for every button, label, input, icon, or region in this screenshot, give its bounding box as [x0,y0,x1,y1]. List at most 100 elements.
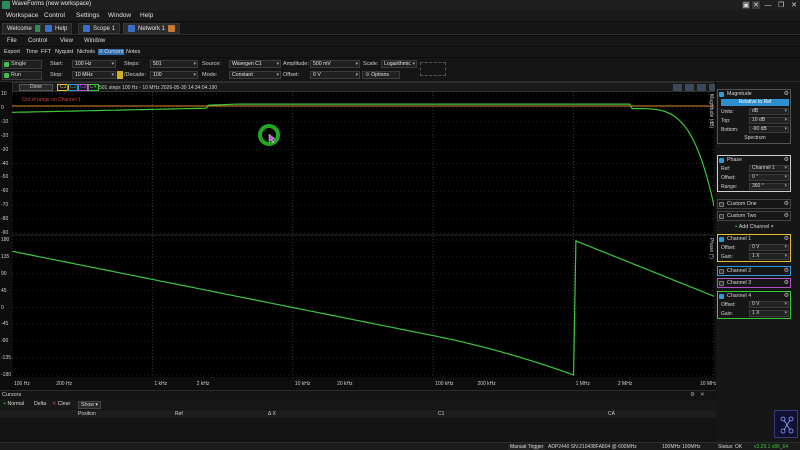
magnitude-tick-label: -20 [1,132,9,139]
stop-input[interactable]: 10 MHz ▾ [72,71,116,79]
close-button[interactable]: ✕ [788,0,800,10]
bottom-value: -90 dB [752,126,767,132]
zoom-icon[interactable] [673,84,682,91]
clear-button[interactable]: ✕ Clear [52,401,70,407]
clear-icon: ✕ [52,401,57,407]
start-input[interactable]: 100 Hz ▾ [72,60,116,68]
window-title: WaveForms (new workspace) [12,1,92,7]
checkbox-icon[interactable] [719,280,724,286]
submenu-control[interactable]: Control [28,38,47,44]
menu-help[interactable]: Help [140,12,153,19]
delta-button[interactable]: Delta [34,401,46,407]
menu-nichols[interactable]: Nichols [77,49,95,55]
gear-icon[interactable]: ⚙ [784,212,789,220]
channel4-gain-label: Gain: [721,311,733,317]
add-channel-button[interactable]: + Add Channel ▾ [717,223,791,231]
units-select[interactable]: dB ▾ [749,108,789,115]
bottom-input[interactable]: -90 dB ▾ [749,126,789,133]
channel3-header[interactable]: Channel 3 ⚙ [718,279,790,287]
run-button[interactable]: Run [2,71,42,80]
scale-select[interactable]: Logarithmic ▾ [381,60,417,68]
minimize-button[interactable]: — [762,0,774,10]
channel1-gain-input[interactable]: 1 X ▾ [749,253,789,260]
gear-icon[interactable]: ⚙ [784,279,789,287]
phase-header[interactable]: Phase ⚙ [718,156,790,164]
menu-control[interactable]: Control [44,12,65,19]
menu-time[interactable]: Time [26,49,38,55]
chevron-down-icon: ▾ [355,61,358,67]
frequency-tick-label: 10 MHz [700,381,718,387]
steps-input[interactable]: 501 ▾ [150,60,198,68]
mode-select[interactable]: Constant ▾ [229,71,281,79]
tab-scope-1[interactable]: Scope 1 [78,23,121,34]
phase-offset-input[interactable]: 0 ° ▾ [749,174,789,181]
amplitude-input[interactable]: 500 mV ▾ [310,60,360,68]
spectrum-toggle[interactable]: Spectrum [718,135,792,141]
show-button[interactable]: Show ▾ [78,401,102,409]
grid-icon[interactable] [685,84,694,91]
custom-two-header[interactable]: Custom Two ⚙ [718,212,790,220]
frequency-tick-label: 10 kHz [294,381,311,387]
channel4-gain-input[interactable]: 1 X ▾ [749,310,789,317]
checkbox-icon[interactable] [719,268,724,274]
custom-one-header[interactable]: Custom One ⚙ [718,200,790,208]
source-select[interactable]: Wavegen C1 ▾ [229,60,281,68]
tab-network-1[interactable]: Network 1 [123,23,181,34]
gear-icon[interactable]: ⚙ [784,235,789,243]
checkbox-icon[interactable] [719,157,724,163]
checkbox-icon[interactable] [719,236,724,242]
gear-icon[interactable]: ⚙ [784,200,789,208]
menu-export[interactable]: Export [4,49,20,55]
channel2-header[interactable]: Channel 2 ⚙ [718,267,790,275]
layout-icon[interactable] [697,84,706,91]
submenu-view[interactable]: View [60,38,73,44]
menu-nyquist[interactable]: Nyquist [55,49,73,55]
ref-select[interactable]: Channel 1 ▾ [749,165,789,172]
menu-notes[interactable]: Notes [126,49,140,55]
normal-button[interactable]: + Normal [3,401,24,407]
relative-to-ref-button[interactable]: Relative to Ref [721,99,789,106]
device-info[interactable]: ADP2440 SN:210438FA804 @ 600MHz [548,444,637,450]
gear-icon[interactable]: ⚙ [784,90,789,98]
settings-icon[interactable]: ⚙ [690,392,695,398]
maximize-button[interactable]: ❐ [775,0,787,10]
menu-settings[interactable]: Settings [76,12,100,19]
submenu-file[interactable]: File [7,38,17,44]
col-ca: CA [608,411,615,417]
tab-help[interactable]: Help [40,23,73,34]
close-tab-icon[interactable] [168,25,176,32]
top-input[interactable]: 10 dB ▾ [749,117,789,124]
channel4-offset-input[interactable]: 0 V ▾ [749,301,789,308]
settings-icon[interactable] [709,84,715,91]
menu-window[interactable]: Window [108,12,131,19]
checkbox-icon[interactable] [719,201,724,207]
network-icon [128,25,135,32]
magnitude-header[interactable]: Magnitude ⚙ [718,90,790,98]
channel1-header[interactable]: Channel 1 ⚙ [718,235,790,243]
channel1-offset-input[interactable]: 0 V ▾ [749,244,789,251]
checkbox-icon[interactable] [719,213,724,219]
options-button[interactable]: ⚙ Options [362,71,400,79]
pin-button[interactable]: ✕ [752,1,760,9]
manual-trigger-button[interactable]: Manual Trigger [508,443,546,450]
frequency-tick-label: 1 kHz [154,381,168,387]
magnitude-tick-label: -90 [1,230,9,236]
layout-button[interactable]: ▣ [742,1,750,9]
submenu-window[interactable]: Window [84,38,105,44]
checkbox-icon[interactable] [719,91,724,97]
bode-plot[interactable]: Out of range on Channel 1 [11,92,715,377]
menu-workspace[interactable]: Workspace [6,12,38,19]
offset-input[interactable]: 0 V ▾ [310,71,360,79]
single-button[interactable]: Single [2,60,42,69]
channel4-header[interactable]: Channel 4 ⚙ [718,292,790,300]
range-select[interactable]: 360 ° ▾ [749,183,789,190]
channel-badge-c4[interactable]: C4 [87,84,100,91]
gear-icon[interactable]: ⚙ [784,292,789,300]
per-decade-input[interactable]: 100 ▾ [150,71,198,79]
gear-icon[interactable]: ⚙ [784,267,789,275]
close-icon[interactable]: ✕ [700,392,705,398]
menu-x-cursors[interactable]: X Cursors [98,48,125,55]
menu-fft[interactable]: FFT [41,49,51,55]
gear-icon[interactable]: ⚙ [784,156,789,164]
checkbox-icon[interactable] [719,293,724,299]
